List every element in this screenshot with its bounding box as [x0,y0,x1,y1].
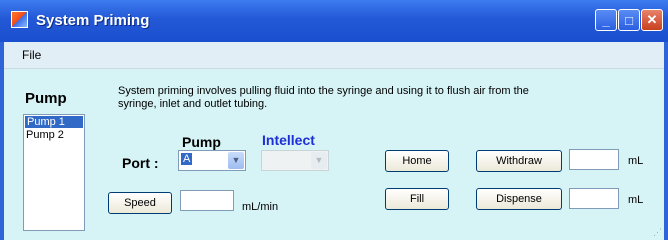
chevron-down-icon[interactable]: ▼ [228,152,244,169]
pump-list-item[interactable]: Pump 1 [25,116,83,128]
dispense-button[interactable]: Dispense [476,188,562,210]
dispense-volume-input[interactable] [569,188,619,209]
client-area: File Pump Pump 1 Pump 2 System priming i… [4,42,664,240]
fill-button[interactable]: Fill [385,188,449,210]
speed-button[interactable]: Speed [108,192,172,214]
pump-list-heading: Pump [25,90,67,107]
app-icon [11,11,28,28]
pump-column-label: Pump [182,134,221,150]
intellect-port-dropdown: ▼ [261,150,329,171]
priming-description: System priming involves pulling fluid in… [118,85,529,110]
menu-file[interactable]: File [22,48,41,62]
home-button[interactable]: Home [385,150,449,172]
maximize-button[interactable]: □ [618,9,640,31]
pump-port-value: A [181,153,193,165]
withdraw-volume-input[interactable] [569,149,619,170]
withdraw-button[interactable]: Withdraw [476,150,562,172]
dispense-unit-label: mL [628,194,644,206]
pump-list-item[interactable]: Pump 2 [24,129,84,141]
chevron-down-icon: ▼ [311,152,327,169]
system-priming-window: System Priming _ □ ✕ File Pump Pump 1 Pu… [0,0,668,240]
title-bar[interactable]: System Priming _ □ ✕ [0,0,668,42]
speed-input[interactable] [180,190,234,211]
pump-listbox[interactable]: Pump 1 Pump 2 [23,114,85,231]
intellect-column-label: Intellect [262,132,315,148]
withdraw-unit-label: mL [628,155,644,167]
close-button[interactable]: ✕ [641,9,663,31]
minimize-button[interactable]: _ [595,9,617,31]
window-title: System Priming [36,12,150,29]
speed-unit-label: mL/min [242,201,279,213]
menu-bar: File [4,42,664,69]
pump-port-dropdown[interactable]: A ▼ [178,150,246,171]
resize-grip-icon[interactable]: ⋰ [653,227,662,238]
port-label: Port : [122,155,159,171]
